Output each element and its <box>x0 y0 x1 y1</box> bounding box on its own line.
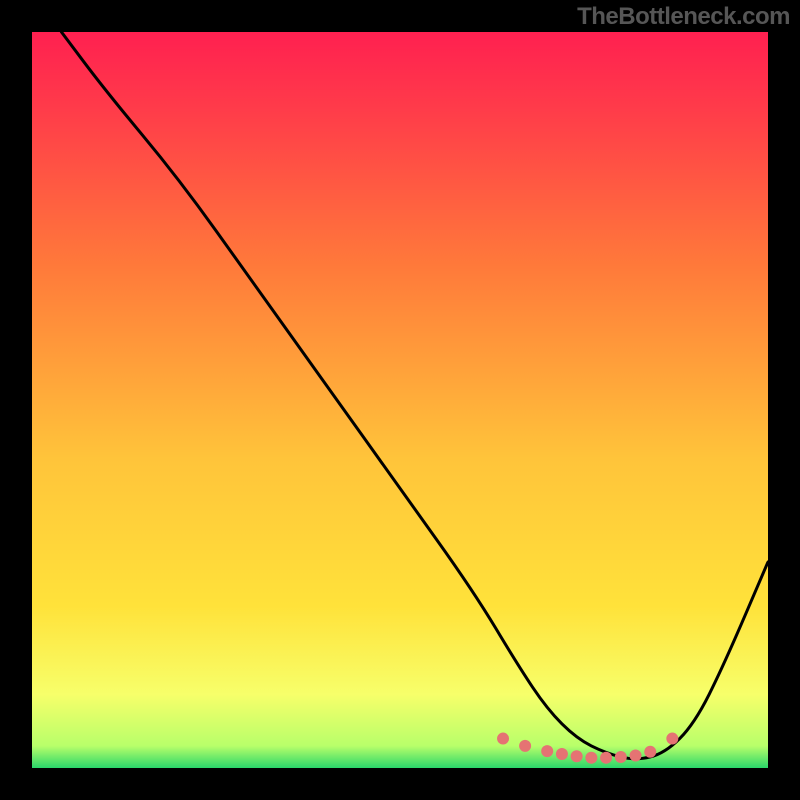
gradient-area <box>32 32 768 768</box>
floor-dot <box>615 751 627 763</box>
floor-dot <box>556 748 568 760</box>
floor-dot <box>644 746 656 758</box>
floor-dot <box>585 752 597 764</box>
chart-frame: TheBottleneck.com <box>0 0 800 800</box>
watermark-text: TheBottleneck.com <box>577 3 790 31</box>
floor-dot <box>497 733 509 745</box>
floor-dot <box>630 749 642 761</box>
floor-dot <box>519 740 531 752</box>
floor-dot <box>666 733 678 745</box>
floor-dot <box>600 752 612 764</box>
bottleneck-chart <box>32 32 768 768</box>
floor-dot <box>541 745 553 757</box>
floor-dot <box>571 750 583 762</box>
